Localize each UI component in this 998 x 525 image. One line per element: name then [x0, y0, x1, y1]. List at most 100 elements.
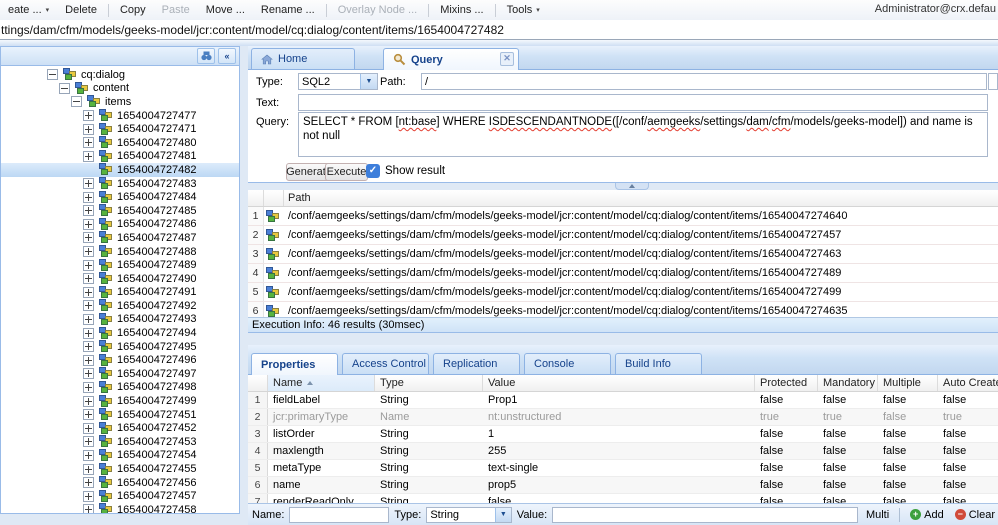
horizontal-splitter-top[interactable]: [248, 183, 998, 190]
tree-node-1654004727455[interactable]: 1654004727455: [1, 462, 239, 476]
expand-node-icon[interactable]: [83, 464, 94, 475]
add-type-select[interactable]: String ▼: [426, 507, 511, 523]
name-column-header[interactable]: Name: [268, 375, 375, 391]
property-row-maxlength[interactable]: 4maxlengthString255falsefalsefalsefalse: [248, 443, 998, 460]
protected-column-header[interactable]: Protected: [755, 375, 818, 391]
tree-node-1654004727458[interactable]: 1654004727458: [1, 503, 239, 514]
tree-node-1654004727456[interactable]: 1654004727456: [1, 476, 239, 490]
menu-item-delete[interactable]: Delete: [57, 1, 105, 20]
query-type-select[interactable]: SQL2 ▼: [298, 73, 378, 90]
icon-column-header[interactable]: [264, 190, 284, 206]
tree-node-1654004727492[interactable]: 1654004727492: [1, 299, 239, 313]
tree-node-1654004727487[interactable]: 1654004727487: [1, 231, 239, 245]
expand-node-icon[interactable]: [83, 450, 94, 461]
menu-item-paste[interactable]: Paste: [154, 1, 198, 20]
tree-node-1654004727490[interactable]: 1654004727490: [1, 272, 239, 286]
tab-build-info[interactable]: Build Info: [615, 353, 702, 374]
expand-node-icon[interactable]: [83, 314, 94, 325]
expand-node-icon[interactable]: [83, 368, 94, 379]
value-column-header[interactable]: Value: [483, 375, 755, 391]
result-row[interactable]: 4/conf/aemgeeks/settings/dam/cfm/models/…: [248, 264, 998, 283]
tab-query[interactable]: Query ✕: [383, 48, 519, 70]
expand-node-icon[interactable]: [83, 287, 94, 298]
expand-node-icon[interactable]: [83, 205, 94, 216]
collapse-node-icon[interactable]: [59, 83, 70, 94]
tree-node-1654004727499[interactable]: 1654004727499: [1, 394, 239, 408]
multiple-column-header[interactable]: Multiple: [878, 375, 938, 391]
type-column-header[interactable]: Type: [375, 375, 483, 391]
expand-node-icon[interactable]: [83, 192, 94, 203]
clear-property-button[interactable]: − Clear: [952, 509, 998, 521]
property-row-jcr-primarytype[interactable]: 2jcr:primaryTypeNament:unstructuredtruet…: [248, 409, 998, 426]
row-number-column-header[interactable]: [248, 190, 264, 206]
expand-node-icon[interactable]: [83, 355, 94, 366]
expand-node-icon[interactable]: [83, 124, 94, 135]
menu-item-copy[interactable]: Copy: [112, 1, 154, 20]
property-row-listorder[interactable]: 3listOrderString1falsefalsefalsefalse: [248, 426, 998, 443]
tree-node-1654004727486[interactable]: 1654004727486: [1, 218, 239, 232]
tree-node-1654004727451[interactable]: 1654004727451: [1, 408, 239, 422]
show-result-checkbox[interactable]: ✓: [366, 164, 380, 178]
expand-node-icon[interactable]: [83, 246, 94, 257]
result-row[interactable]: 5/conf/aemgeeks/settings/dam/cfm/models/…: [248, 283, 998, 302]
tree-node-1654004727477[interactable]: 1654004727477: [1, 109, 239, 123]
query-text-input[interactable]: [298, 94, 988, 111]
node-path-input[interactable]: [0, 20, 998, 39]
expand-node-icon[interactable]: [83, 436, 94, 447]
menu-item-eate[interactable]: eate ...▾: [0, 0, 57, 20]
expand-node-icon[interactable]: [83, 382, 94, 393]
path-browse-button[interactable]: [988, 73, 998, 90]
vertical-splitter[interactable]: [240, 46, 248, 514]
tree-node-1654004727489[interactable]: 1654004727489: [1, 258, 239, 272]
tree-node-1654004727457[interactable]: 1654004727457: [1, 489, 239, 503]
tree-node-1654004727453[interactable]: 1654004727453: [1, 435, 239, 449]
tree-node-1654004727488[interactable]: 1654004727488: [1, 245, 239, 259]
add-property-button[interactable]: + Add: [907, 509, 947, 521]
query-path-input[interactable]: [421, 73, 987, 90]
expand-node-icon[interactable]: [83, 260, 94, 271]
menu-item-overlay-node[interactable]: Overlay Node ...: [330, 1, 425, 20]
tree-node-1654004727482[interactable]: 1654004727482: [1, 163, 239, 177]
menu-item-mixins[interactable]: Mixins ...: [432, 1, 491, 20]
property-row-metatype[interactable]: 5metaTypeStringtext-singlefalsefalsefals…: [248, 460, 998, 477]
expand-node-icon[interactable]: [83, 341, 94, 352]
tree-node-1654004727497[interactable]: 1654004727497: [1, 367, 239, 381]
expand-node-icon[interactable]: [83, 477, 94, 488]
query-statement-textarea[interactable]: SELECT * FROM [nt:base] WHERE ISDESCENDA…: [298, 112, 988, 157]
result-row[interactable]: 2/conf/aemgeeks/settings/dam/cfm/models/…: [248, 226, 998, 245]
tab-properties[interactable]: Properties: [251, 353, 338, 375]
expand-node-icon[interactable]: [83, 219, 94, 230]
tree-node-cq-dialog[interactable]: cq:dialog: [1, 68, 239, 82]
tree-node-1654004727483[interactable]: 1654004727483: [1, 177, 239, 191]
tree-node-1654004727494[interactable]: 1654004727494: [1, 326, 239, 340]
menu-item-rename[interactable]: Rename ...: [253, 1, 323, 20]
tree-node-1654004727471[interactable]: 1654004727471: [1, 122, 239, 136]
tab-replication[interactable]: Replication: [433, 353, 520, 374]
tree-node-1654004727454[interactable]: 1654004727454: [1, 449, 239, 463]
tree-node-1654004727480[interactable]: 1654004727480: [1, 136, 239, 150]
expand-node-icon[interactable]: [83, 232, 94, 243]
tree-node-1654004727491[interactable]: 1654004727491: [1, 286, 239, 300]
collapse-panel-button[interactable]: «: [218, 48, 236, 64]
expand-node-icon[interactable]: [83, 504, 94, 514]
path-column-header[interactable]: Path: [284, 190, 998, 206]
property-row-name[interactable]: 6nameStringprop5falsefalsefalsefalse: [248, 477, 998, 494]
tab-home[interactable]: Home: [251, 48, 355, 69]
tab-console[interactable]: Console: [524, 353, 611, 374]
add-value-input[interactable]: [552, 507, 858, 523]
property-row-fieldlabel[interactable]: 1fieldLabelStringProp1falsefalsefalsefal…: [248, 392, 998, 409]
tree-search-button[interactable]: [197, 48, 215, 64]
tree-node-1654004727481[interactable]: 1654004727481: [1, 150, 239, 164]
expand-node-icon[interactable]: [83, 151, 94, 162]
expand-node-icon[interactable]: [83, 300, 94, 311]
result-row[interactable]: 6/conf/aemgeeks/settings/dam/cfm/models/…: [248, 302, 998, 317]
collapse-node-icon[interactable]: [71, 96, 82, 107]
expand-node-icon[interactable]: [83, 409, 94, 420]
tree-node-1654004727496[interactable]: 1654004727496: [1, 353, 239, 367]
close-tab-icon[interactable]: ✕: [500, 52, 514, 66]
collapse-handle[interactable]: [615, 183, 649, 190]
expand-node-icon[interactable]: [83, 110, 94, 121]
expand-node-icon[interactable]: [83, 137, 94, 148]
menu-item-tools[interactable]: Tools▾: [499, 0, 548, 20]
expand-node-icon[interactable]: [83, 328, 94, 339]
